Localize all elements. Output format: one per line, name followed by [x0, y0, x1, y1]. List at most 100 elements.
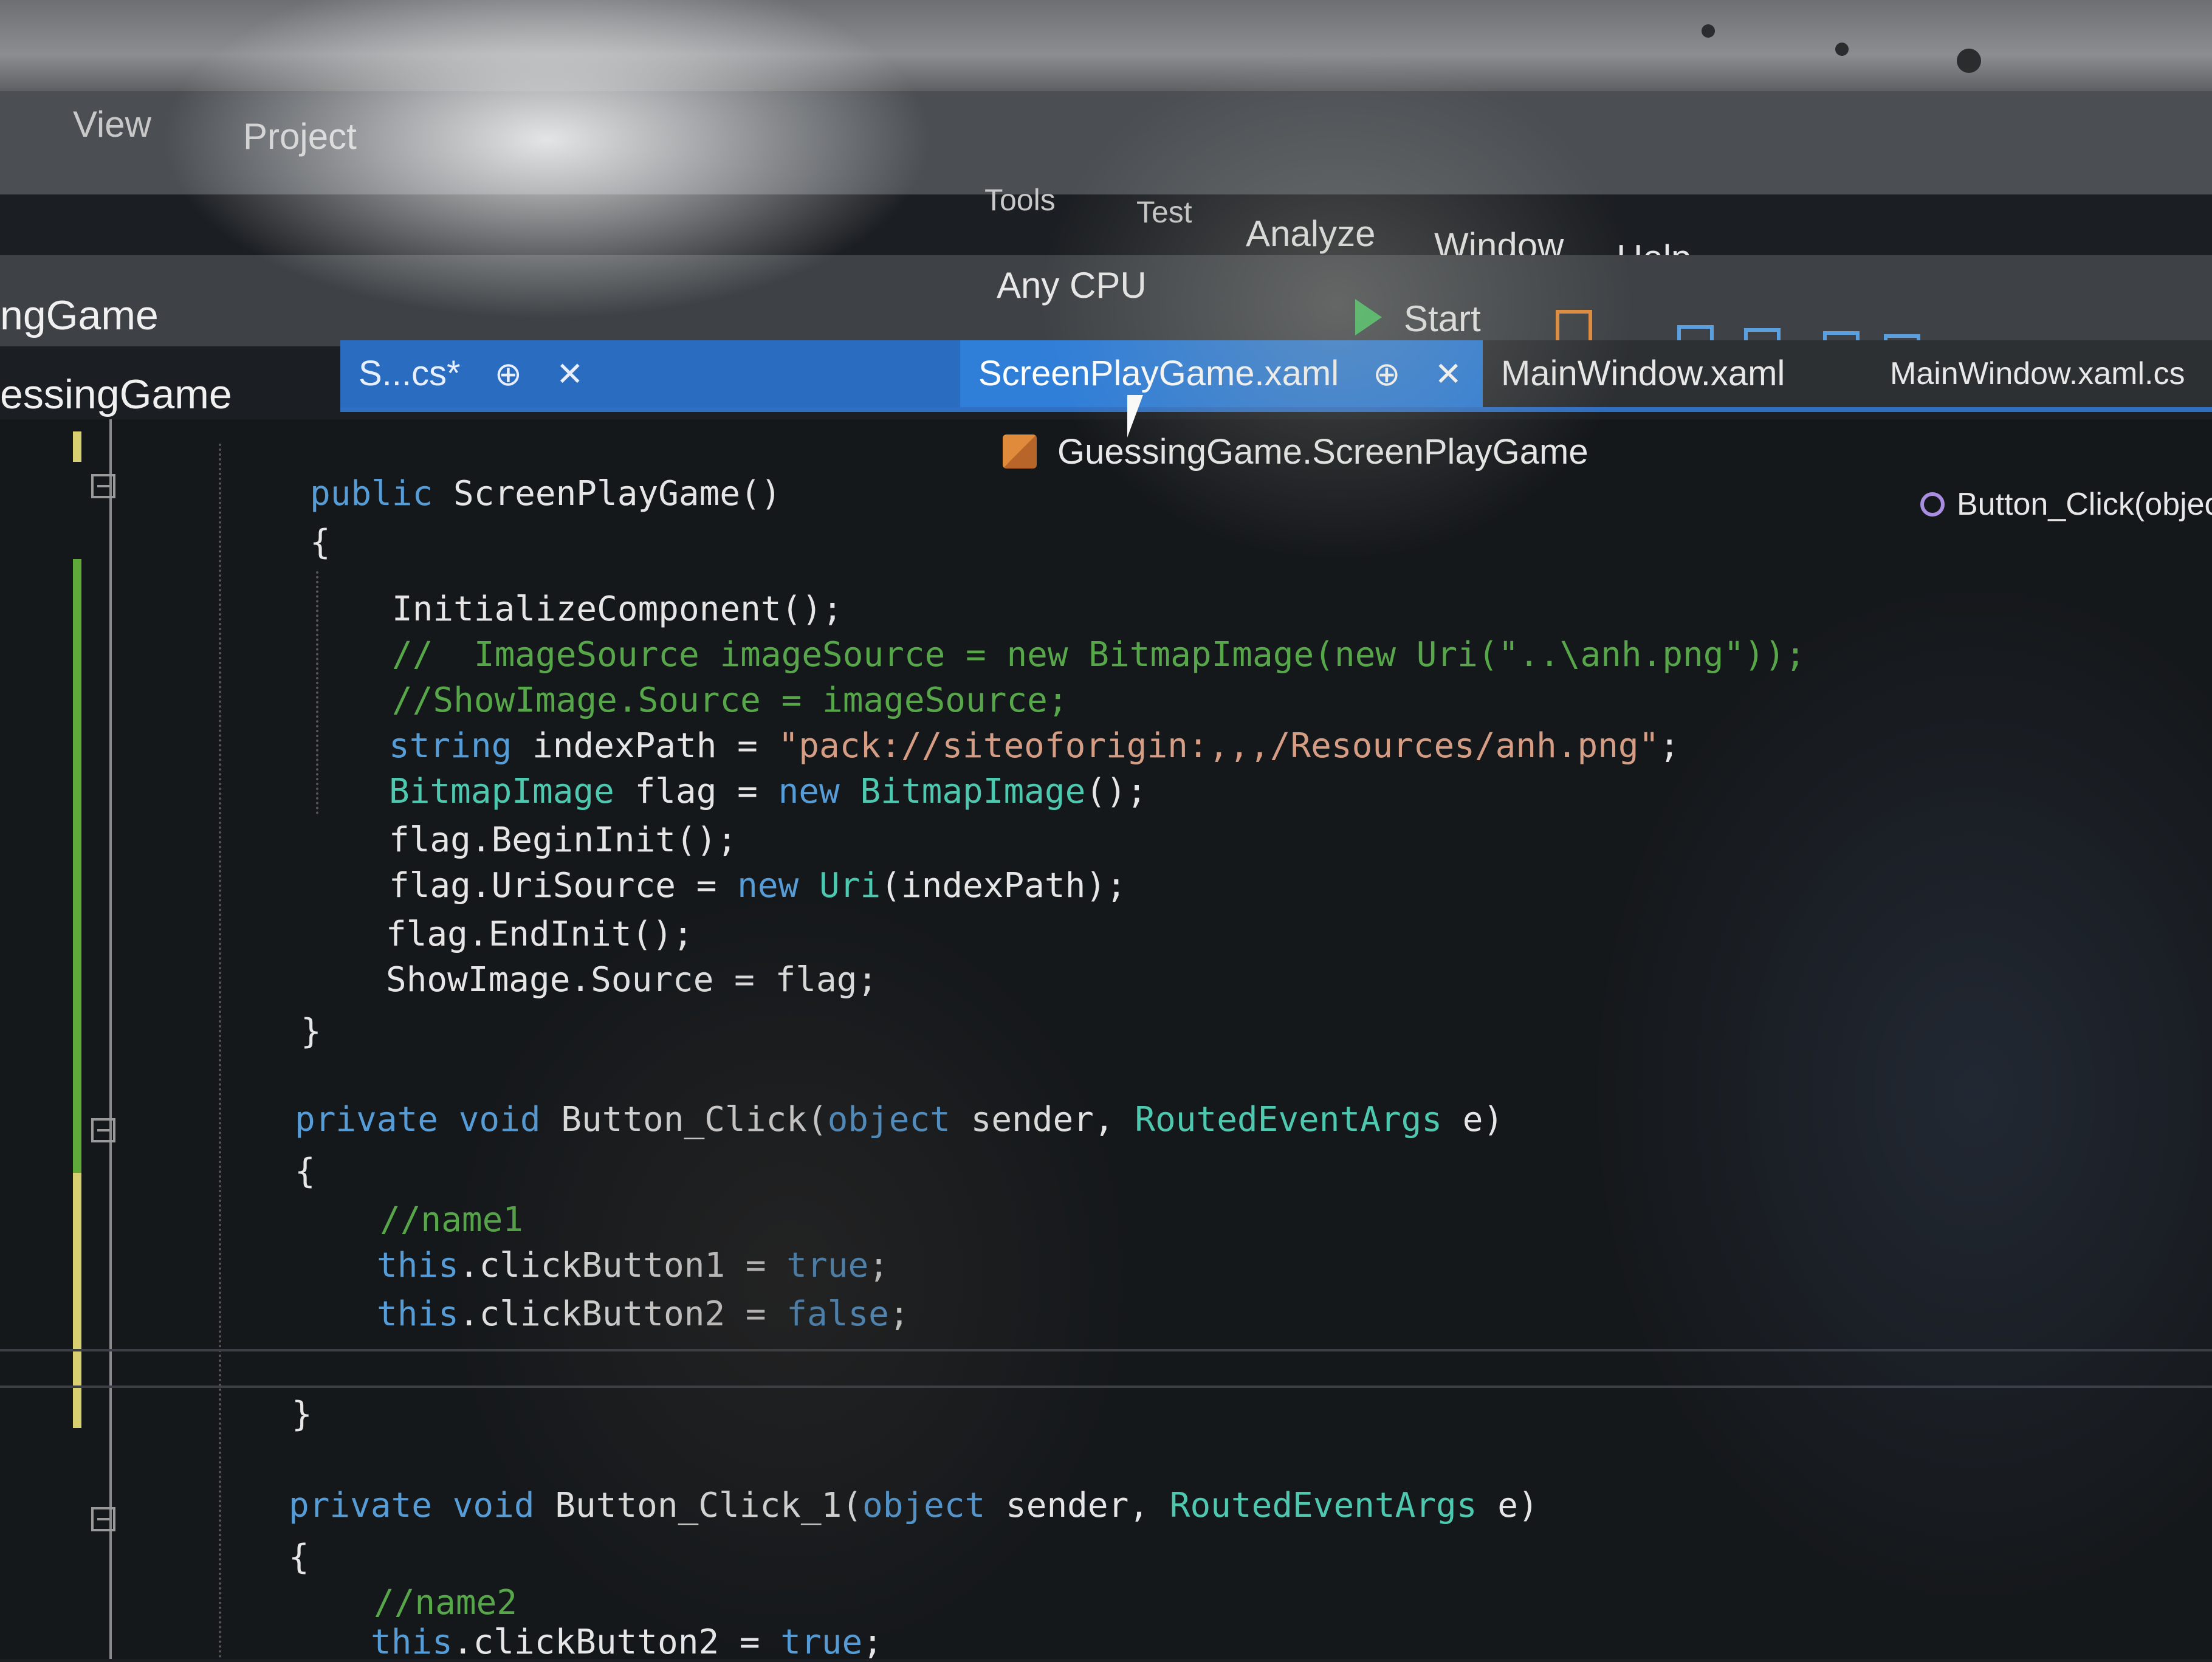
solution-name: essingGame: [0, 371, 232, 417]
close-icon[interactable]: ✕: [1435, 356, 1462, 393]
screen-bezel: [0, 0, 2212, 91]
menu-analyze[interactable]: Analyze: [1246, 213, 1375, 255]
pin-icon[interactable]: ⊕: [1373, 356, 1400, 393]
comment-line: //name2: [374, 1583, 518, 1623]
comment-line: //ShowImage.Source = imageSource;: [392, 681, 1068, 720]
toolbar: Any CPU Start: [0, 255, 2212, 377]
code-line: public ScreenPlayGame(): [310, 474, 781, 513]
keyword: new: [737, 866, 799, 905]
tab-mainwindow-xaml[interactable]: MainWindow.xaml: [1483, 340, 1799, 407]
code-text: sender,: [950, 1100, 1135, 1139]
keyword: new: [778, 772, 840, 811]
keyword: this: [371, 1623, 453, 1662]
code-line: private void Button_Click(object sender,…: [295, 1100, 1503, 1139]
code-text: ;: [868, 1246, 889, 1285]
code-text: sender,: [985, 1486, 1170, 1525]
menu-view[interactable]: View: [73, 103, 151, 145]
keyword: string: [389, 726, 512, 766]
menu-project[interactable]: Project: [243, 115, 357, 157]
type-name: BitmapImage: [389, 772, 614, 811]
close-icon[interactable]: ✕: [556, 356, 583, 393]
class-dropdown[interactable]: GuessingGame.ScreenPlayGame: [1057, 431, 1589, 472]
code-text: ;: [862, 1623, 883, 1662]
current-line-highlight: [0, 1349, 2212, 1351]
string-literal: "pack://siteoforigin:,,,/Resources/anh.p…: [778, 726, 1660, 766]
code-line: flag.UriSource = new Uri(indexPath);: [389, 866, 1127, 905]
code-line: flag.EndInit();: [386, 915, 693, 954]
tab-screenplaygame-xaml[interactable]: ScreenPlayGame.xaml ⊕ ✕: [960, 340, 1483, 407]
menu-tools[interactable]: Tools: [984, 182, 1056, 218]
start-icon[interactable]: [1355, 299, 1382, 335]
indent-guide: [316, 571, 318, 814]
code-text: .clickButton2 =: [452, 1623, 781, 1662]
code-text: e): [1442, 1100, 1504, 1139]
keyword: false: [786, 1294, 889, 1334]
platform-dropdown[interactable]: Any CPU: [997, 264, 1147, 306]
code-line: ShowImage.Source = flag;: [386, 960, 878, 1000]
class-icon: [1003, 434, 1037, 469]
code-text: flag.UriSource =: [389, 866, 738, 905]
code-line: {: [310, 523, 331, 562]
code-text: ;: [1659, 726, 1680, 766]
code-line: }: [301, 1012, 321, 1051]
code-line: this.clickButton2 = true;: [371, 1623, 883, 1662]
mouse-cursor-icon: [1127, 395, 1143, 438]
collapse-toggle[interactable]: [91, 474, 115, 498]
type-name: Uri: [799, 866, 881, 905]
indent-guide: [219, 444, 221, 1659]
pin-icon[interactable]: ⊕: [495, 356, 522, 393]
keyword: object: [827, 1100, 950, 1139]
code-text: e): [1477, 1486, 1539, 1525]
code-line: string indexPath = "pack://siteoforigin:…: [389, 726, 1680, 766]
type-name: RoutedEventArgs: [1135, 1100, 1443, 1139]
keyword: true: [780, 1623, 863, 1662]
tab-label: MainWindow.xaml.cs: [1890, 356, 2185, 391]
keyword: this: [377, 1246, 459, 1285]
code-line: flag.BeginInit();: [389, 820, 738, 860]
code-text: (indexPath);: [881, 866, 1127, 905]
collapse-toggle[interactable]: [91, 1507, 115, 1531]
code-text: .clickButton1 =: [458, 1246, 787, 1285]
code-text: ();: [1085, 772, 1147, 811]
tab-mainwindow-xaml-cs[interactable]: MainWindow.xaml.cs: [1872, 340, 2212, 407]
start-button[interactable]: Start: [1404, 298, 1481, 340]
tab-label: MainWindow.xaml: [1501, 354, 1785, 393]
keyword: true: [786, 1246, 869, 1285]
code-line: {: [295, 1152, 315, 1191]
menu-bar: View Project Tools Test Analyze Window H…: [0, 91, 2212, 278]
code-line: BitmapImage flag = new BitmapImage();: [389, 772, 1147, 811]
code-line: InitializeComponent();: [392, 589, 843, 629]
keyword: private void: [289, 1486, 535, 1525]
comment-line: //name1: [380, 1200, 524, 1240]
code-text: Button_Click_1(: [534, 1486, 863, 1525]
document-tabs: S...cs* ⊕ ✕ ScreenPlayGame.xaml ⊕ ✕ Main…: [340, 340, 2212, 412]
keyword: object: [862, 1486, 986, 1525]
webcam: [1957, 49, 1981, 73]
type-name: RoutedEventArgs: [1169, 1486, 1477, 1525]
tab-screenplaygame-cs[interactable]: S...cs* ⊕ ✕: [340, 340, 960, 407]
method-icon: [1920, 492, 1945, 517]
keyword: this: [377, 1294, 459, 1334]
code-line: this.clickButton2 = false;: [377, 1294, 910, 1334]
change-marker: [73, 559, 81, 1258]
type-name: BitmapImage: [839, 772, 1086, 811]
collapse-toggle[interactable]: [91, 1118, 115, 1142]
code-text: indexPath =: [512, 726, 778, 766]
bezel-screw: [1702, 24, 1715, 38]
code-editor[interactable]: [0, 419, 2212, 1659]
code-line: private void Button_Click_1(object sende…: [289, 1486, 1539, 1525]
code-line: }: [292, 1395, 312, 1434]
outline-line: [109, 419, 112, 1659]
code-text: ;: [888, 1294, 910, 1334]
code-text: flag =: [614, 772, 778, 811]
code-text: .clickButton2 =: [458, 1294, 787, 1334]
keyword: public: [310, 474, 433, 513]
member-dropdown[interactable]: Button_Click(object: [1957, 486, 2212, 523]
project-name: ngGame: [0, 292, 159, 338]
tab-label: ScreenPlayGame.xaml: [978, 354, 1339, 393]
menu-test[interactable]: Test: [1136, 194, 1192, 230]
navigation-bar: GuessingGame.ScreenPlayGame Button_Click…: [972, 419, 2212, 522]
bezel-screw: [1835, 43, 1849, 56]
code-text: Button_Click(: [540, 1100, 828, 1139]
code-line: {: [289, 1537, 309, 1577]
